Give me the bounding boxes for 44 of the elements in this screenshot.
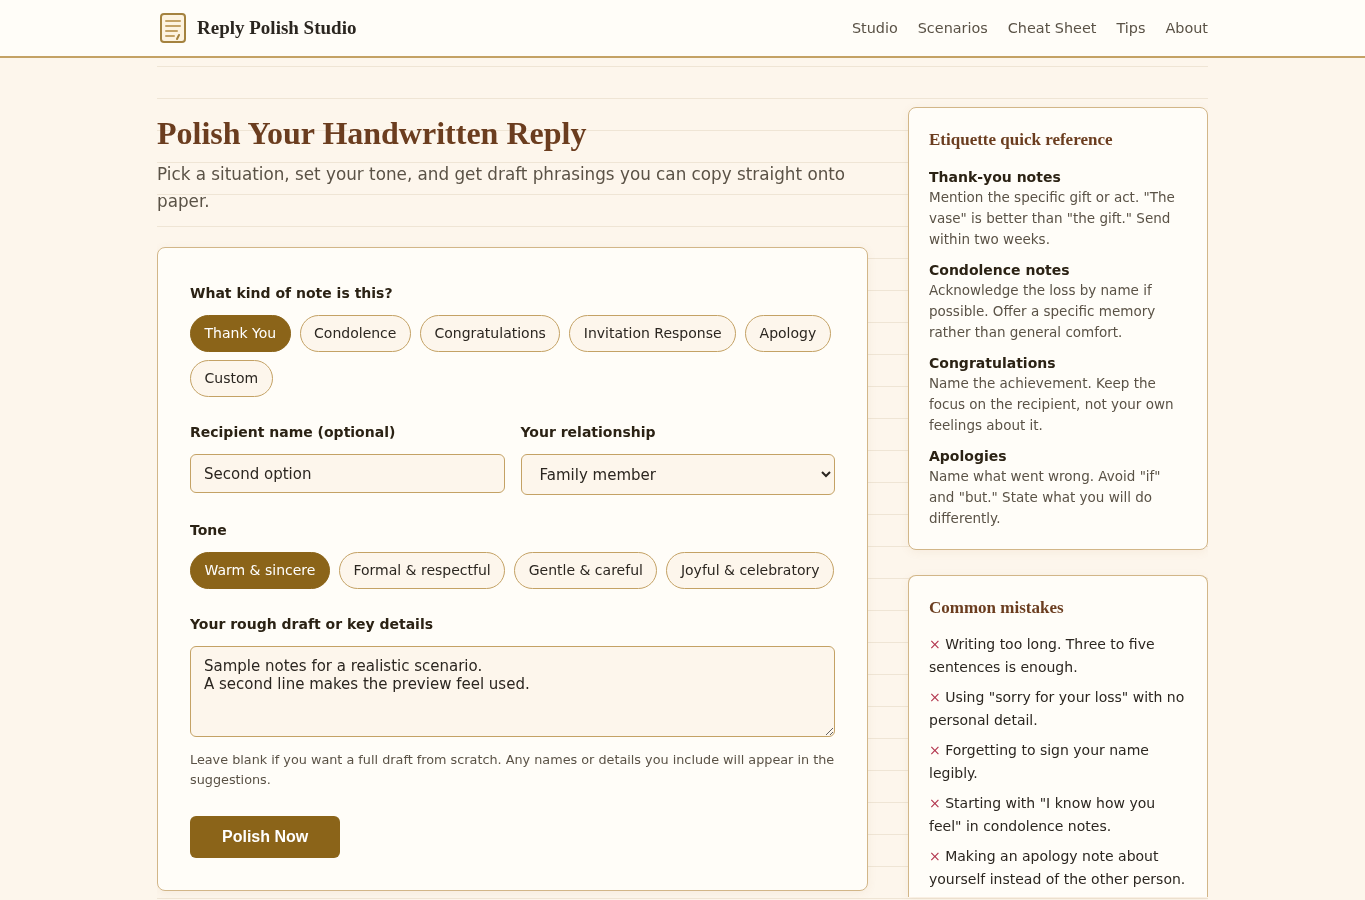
draft-textarea[interactable]: Sample notes for a realistic scenario. A second line makes the preview feel used. <box>190 646 835 737</box>
tone-chip[interactable]: Warm & sincere <box>190 552 330 589</box>
reference-text: Acknowledge the loss by name if possible. Offer a specific memory rather than general comfort. <box>929 281 1157 342</box>
field-label: Your rough draft or key details <box>190 615 434 634</box>
field-label: Tone <box>190 521 228 540</box>
note-type-chip[interactable]: Custom <box>190 360 273 397</box>
nav-link[interactable]: Cheat Sheet <box>1007 20 1097 36</box>
card-title: Etiquette quick reference <box>929 129 1114 151</box>
tone-chip[interactable]: Joyful & celebratory <box>666 552 835 589</box>
nav-link[interactable]: Tips <box>1116 20 1146 36</box>
mistake-text: × Forgetting to sign your name legibly. <box>929 741 1150 783</box>
tone-chip[interactable]: Gentle & careful <box>514 552 658 589</box>
reference-text: Name the achievement. Keep the focus on the recipient, not your own feelings about it. <box>929 374 1175 435</box>
reference-text: Name what went wrong. Avoid "if" and "but." State what you will do differently. <box>929 467 1162 528</box>
note-type-chip[interactable]: Congratulations <box>419 315 561 352</box>
relationship-select[interactable]: Family member <box>520 454 835 495</box>
mistake-text: × Writing too long. Three to five sentences is enough. <box>929 635 1156 677</box>
reference-heading: Thank-you notes <box>929 168 1062 187</box>
hint-text: Leave blank if you want a full draft from scratch. Any names or details you include will appear in the suggestions. <box>190 751 835 789</box>
tone-chip[interactable]: Formal & respectful <box>338 552 506 589</box>
note-type-chip[interactable]: Condolence <box>299 315 411 352</box>
page-subtitle: Pick a situation, set your tone, and get draft phrasings you can copy straight onto paper. <box>157 163 847 213</box>
note-type-chip[interactable]: Invitation Response <box>569 315 737 352</box>
reference-text: Mention the specific gift or act. "The vase" is better than "the gift." Send within two weeks. <box>929 188 1176 249</box>
note-type-chip[interactable]: Thank You <box>190 315 291 352</box>
recipient-input[interactable]: Second option <box>190 454 505 493</box>
note-type-chip[interactable]: Apology <box>745 315 831 352</box>
reference-heading: Apologies <box>929 447 1008 466</box>
page-title: Polish Your Handwritten Reply <box>157 114 588 152</box>
mistake-text: × Making an apology note about yourself instead of the other person. <box>929 847 1187 889</box>
nav-link[interactable]: Studio <box>851 20 898 36</box>
field-label: Your relationship <box>520 423 657 442</box>
nav-link[interactable]: About <box>1165 20 1208 36</box>
brand-title: Reply Polish Studio <box>197 17 357 39</box>
reference-heading: Congratulations <box>929 354 1057 373</box>
mistake-text: × Using "sorry for your loss" with no personal detail. <box>929 688 1186 730</box>
field-label: What kind of note is this? <box>190 284 394 303</box>
card-title: Common mistakes <box>929 597 1065 619</box>
nav-link[interactable]: Scenarios <box>917 20 988 36</box>
notepad-icon <box>160 13 186 43</box>
field-label: Recipient name (optional) <box>190 423 397 442</box>
reference-heading: Condolence notes <box>929 261 1071 280</box>
polish-button[interactable]: Polish Now <box>190 816 341 858</box>
mistake-text: × Starting with "I know how you feel" in condolence notes. <box>929 794 1157 836</box>
